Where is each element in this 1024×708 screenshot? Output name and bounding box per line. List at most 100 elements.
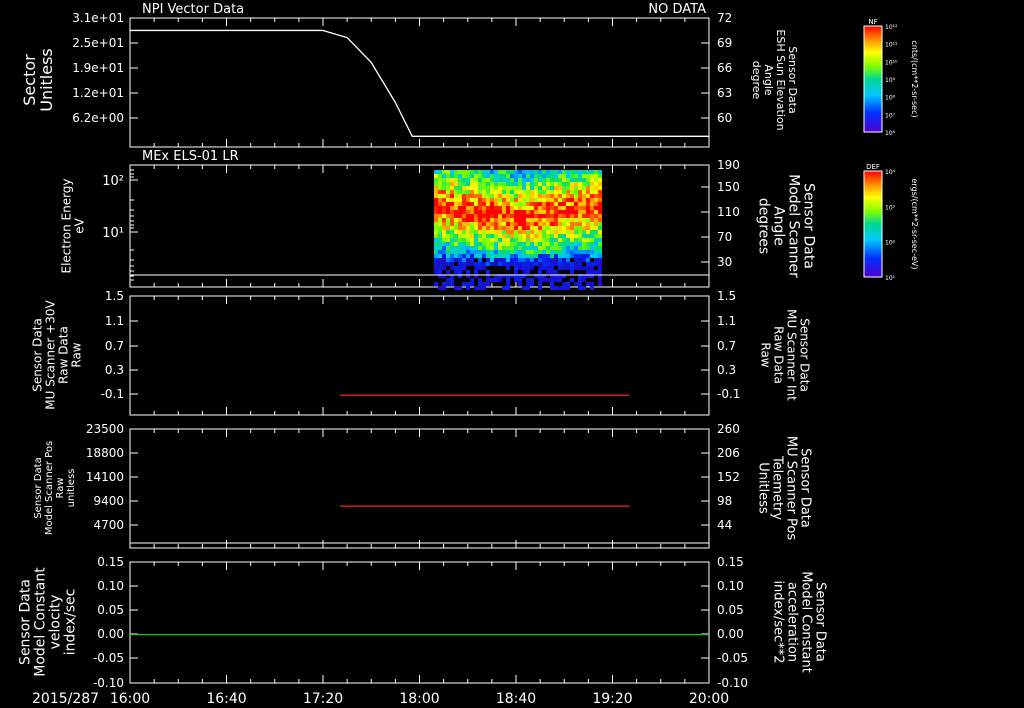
- spectrogram: [433, 170, 602, 290]
- spectrogram-cell: [489, 206, 494, 210]
- spectrogram-cell: [509, 262, 514, 266]
- spectrogram-cell: [433, 234, 438, 238]
- spectrogram-cell: [453, 178, 458, 182]
- spectrogram-cell: [557, 182, 562, 186]
- spectrogram-cell: [461, 282, 466, 286]
- spectrogram-cell: [517, 210, 522, 214]
- spectrogram-cell: [577, 206, 582, 210]
- spectrogram-cell: [513, 234, 518, 238]
- spectrogram-cell: [465, 194, 470, 198]
- spectrogram-cell: [581, 182, 586, 186]
- spectrogram-cell: [497, 250, 502, 254]
- spectrogram-cell: [461, 258, 466, 262]
- spectrogram-cell: [441, 286, 446, 290]
- spectrogram-cell: [577, 230, 582, 234]
- spectrogram-cell: [501, 222, 506, 226]
- spectrogram-cell: [597, 174, 602, 178]
- spectrogram-cell: [537, 266, 542, 270]
- spectrogram-cell: [589, 234, 594, 238]
- spectrogram-cell: [549, 170, 554, 174]
- spectrogram-cell: [589, 254, 594, 258]
- spectrogram-cell: [597, 198, 602, 202]
- spectrogram-cell: [577, 182, 582, 186]
- spectrogram-cell: [449, 194, 454, 198]
- spectrogram-cell: [469, 234, 474, 238]
- spectrogram-cell: [477, 202, 482, 206]
- spectrogram-cell: [529, 182, 534, 186]
- spectrogram-cell: [593, 170, 598, 174]
- spectrogram-cell: [557, 170, 562, 174]
- spectrogram-cell: [489, 194, 494, 198]
- spectrogram-cell: [549, 186, 554, 190]
- spectrogram-cell: [469, 254, 474, 258]
- spectrogram-cell: [437, 238, 442, 242]
- spectrogram-cell: [541, 242, 546, 246]
- spectrogram-cell: [549, 262, 554, 266]
- spectrogram-cell: [473, 206, 478, 210]
- spectrogram-cell: [593, 214, 598, 218]
- spectrogram-cell: [513, 218, 518, 222]
- spectrogram-cell: [461, 178, 466, 182]
- spectrogram-cell: [557, 238, 562, 242]
- y-tick-label: 23500: [86, 422, 124, 436]
- spectrogram-cell: [577, 198, 582, 202]
- spectrogram-cell: [549, 282, 554, 286]
- y2-tick-label: 70: [717, 230, 732, 244]
- spectrogram-cell: [461, 238, 466, 242]
- spectrogram-cell: [505, 258, 510, 262]
- spectrogram-cell: [437, 218, 442, 222]
- spectrogram-cell: [481, 218, 486, 222]
- spectrogram-cell: [589, 226, 594, 230]
- spectrogram-cell: [445, 222, 450, 226]
- spectrogram-cell: [453, 242, 458, 246]
- spectrogram-cell: [489, 230, 494, 234]
- spectrogram-cell: [505, 174, 510, 178]
- spectrogram-cell: [457, 206, 462, 210]
- spectrogram-cell: [581, 194, 586, 198]
- spectrogram-cell: [449, 186, 454, 190]
- spectrogram-cell: [577, 282, 582, 286]
- spectrogram-cell: [509, 198, 514, 202]
- spectrogram-cell: [569, 170, 574, 174]
- spectrogram-cell: [561, 282, 566, 286]
- spectrogram-cell: [441, 266, 446, 270]
- spectrogram-cell: [577, 254, 582, 258]
- spectrogram-cell: [585, 190, 590, 194]
- spectrogram-cell: [597, 234, 602, 238]
- time-tick-label: 19:20: [592, 691, 632, 707]
- spectrogram-cell: [533, 222, 538, 226]
- spectrogram-cell: [581, 190, 586, 194]
- spectrogram-cell: [517, 258, 522, 262]
- spectrogram-cell: [529, 198, 534, 202]
- spectrogram-cell: [501, 246, 506, 250]
- spectrogram-cell: [477, 170, 482, 174]
- y2-tick-label: -0.10: [717, 676, 748, 690]
- spectrogram-cell: [569, 206, 574, 210]
- nf-colorbar-tick: 10⁸: [885, 95, 896, 102]
- spectrogram-cell: [581, 186, 586, 190]
- spectrogram-cell: [465, 242, 470, 246]
- spectrogram-cell: [493, 230, 498, 234]
- spectrogram-cell: [473, 190, 478, 194]
- spectrogram-cell: [529, 186, 534, 190]
- spectrogram-cell: [525, 174, 530, 178]
- spectrogram-cell: [461, 214, 466, 218]
- spectrogram-cell: [529, 234, 534, 238]
- spectrogram-cell: [565, 282, 570, 286]
- spectrogram-cell: [509, 258, 514, 262]
- spectrogram-cell: [597, 202, 602, 206]
- spectrogram-cell: [569, 270, 574, 274]
- spectrogram-cell: [469, 186, 474, 190]
- spectrogram-cell: [441, 222, 446, 226]
- spectrogram-cell: [589, 210, 594, 214]
- spectrogram-cell: [577, 202, 582, 206]
- spectrogram-cell: [509, 234, 514, 238]
- spectrogram-cell: [477, 194, 482, 198]
- spectrogram-cell: [501, 194, 506, 198]
- spectrogram-cell: [509, 182, 514, 186]
- spectrogram-cell: [485, 210, 490, 214]
- spectrogram-cell: [441, 210, 446, 214]
- spectrogram-cell: [577, 234, 582, 238]
- spectrogram-cell: [441, 258, 446, 262]
- spectrogram-cell: [537, 210, 542, 214]
